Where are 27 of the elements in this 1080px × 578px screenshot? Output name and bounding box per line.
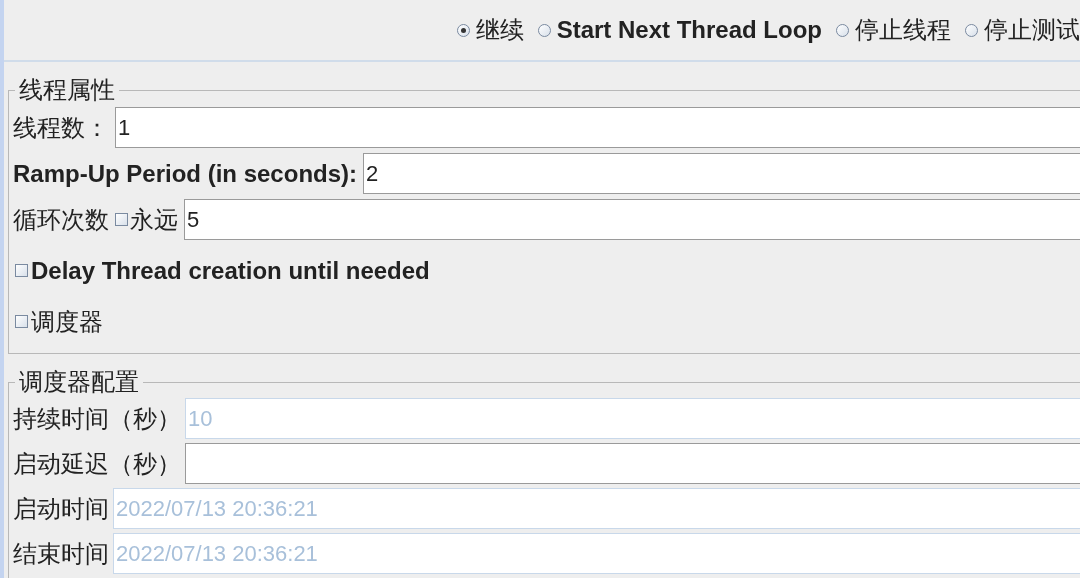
section-title: 调度器配置 [18,368,140,396]
checkbox-label: 永远 [130,204,178,235]
input-field[interactable]: 2 [363,153,1080,194]
field-label: 启动延迟（秒） [13,448,181,479]
field-label: 循环次数 [13,204,109,235]
field-label: 线程数： [13,112,109,143]
input-field[interactable]: 1 [115,107,1080,148]
radio-label: Start Next Thread Loop [556,15,822,45]
field-label: 持续时间（秒） [13,403,181,434]
checkbox-label: Delay Thread creation until needed [31,255,430,286]
checkbox[interactable] [115,213,128,226]
radio-label: 继续 [475,15,524,45]
section-title: 线程属性 [18,76,116,104]
field-label: 结束时间 [13,538,109,569]
field-label: Ramp-Up Period (in seconds): [13,158,358,189]
checkbox-label: 调度器 [31,306,103,337]
radio-label: 停止测试 [984,15,1080,45]
checkbox[interactable] [15,315,28,328]
input-field[interactable]: 5 [184,199,1080,240]
radio-button[interactable] [836,23,849,37]
radio-button[interactable] [456,23,470,37]
radio-button[interactable] [537,23,551,37]
checkbox[interactable] [15,264,28,277]
radio-button[interactable] [965,23,978,37]
radio-label: 停止线程 [855,15,951,45]
field-label: 启动时间 [13,493,109,524]
input-field[interactable] [185,443,1080,484]
